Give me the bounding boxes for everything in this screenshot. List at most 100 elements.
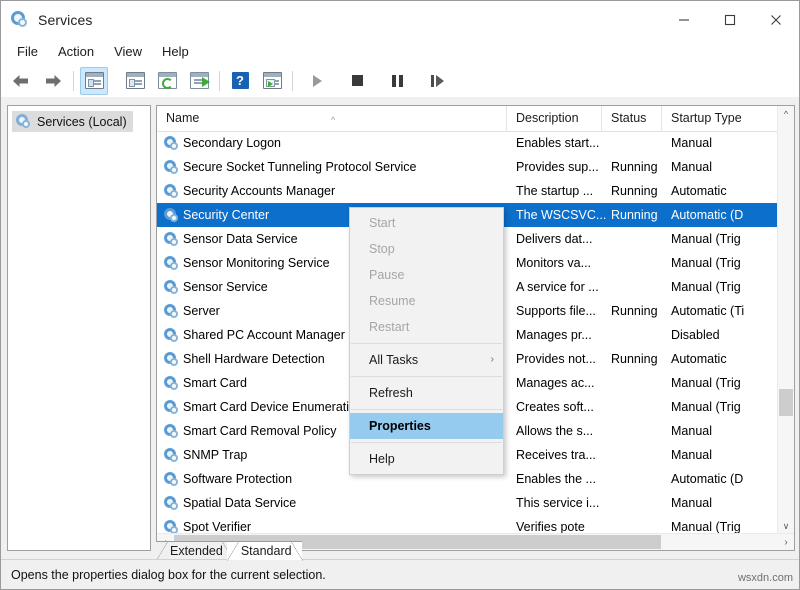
menu-bar: File Action View Help	[1, 39, 799, 65]
cell-startup-type: Manual (Trig	[662, 275, 791, 299]
back-arrow-icon[interactable]	[7, 67, 35, 95]
cell-startup-type: Manual	[662, 491, 791, 515]
help-icon[interactable]: ?	[226, 67, 254, 95]
stop-service-icon[interactable]	[343, 67, 371, 95]
context-menu-item-pause: Pause	[350, 262, 503, 288]
menu-view[interactable]: View	[104, 41, 152, 62]
cell-status	[602, 131, 671, 155]
cell-startup-type: Disabled	[662, 323, 791, 347]
view-tabs: Extended Standard	[156, 538, 296, 560]
column-header-name[interactable]: Name ^	[157, 106, 507, 131]
cell-status: Running	[602, 299, 671, 323]
cell-startup-type: Automatic	[662, 179, 791, 203]
cell-description: Manages ac...	[507, 371, 611, 395]
table-row[interactable]: Secondary LogonEnables start...Manual	[157, 131, 794, 155]
table-row[interactable]: Secure Socket Tunneling Protocol Service…	[157, 155, 794, 179]
cell-description: Manages pr...	[507, 323, 611, 347]
cell-name: Spot Verifier	[157, 515, 533, 534]
column-header-startup-type-label: Startup Type	[671, 111, 742, 125]
window-title: Services	[38, 12, 92, 28]
column-header-startup-type[interactable]: Startup Type	[662, 106, 782, 131]
cell-description: Allows the s...	[507, 419, 611, 443]
context-menu-item-refresh[interactable]: Refresh	[350, 380, 503, 406]
context-menu-item-start: Start	[350, 210, 503, 236]
toolbar-separator	[292, 71, 293, 91]
show-hide-console-tree-icon[interactable]	[80, 67, 108, 95]
scroll-right-icon[interactable]: ›	[778, 534, 794, 550]
vertical-scroll-thumb[interactable]	[779, 389, 793, 416]
menu-separator	[351, 409, 502, 410]
toolbar: ?	[1, 64, 799, 98]
context-menu-item-properties[interactable]: Properties	[350, 413, 503, 439]
status-bar-text: Opens the properties dialog box for the …	[11, 568, 326, 582]
properties-icon[interactable]	[121, 67, 149, 95]
cell-description: Supports file...	[507, 299, 611, 323]
cell-description: Enables the ...	[507, 467, 611, 491]
sidebar-item-services-local[interactable]: Services (Local)	[12, 111, 133, 132]
menu-separator	[351, 343, 502, 344]
close-button[interactable]	[753, 1, 799, 39]
cell-startup-type: Automatic (D	[662, 467, 791, 491]
column-header-description[interactable]: Description	[507, 106, 602, 131]
tab-standard[interactable]: Standard	[227, 541, 302, 560]
restart-service-icon[interactable]	[423, 67, 451, 95]
cell-startup-type: Manual (Trig	[662, 251, 791, 275]
start-service-icon[interactable]	[303, 67, 331, 95]
cell-name: Secure Socket Tunneling Protocol Service	[157, 155, 533, 179]
cell-startup-type: Manual (Trig	[662, 371, 791, 395]
scroll-down-icon[interactable]: ∨	[778, 518, 794, 534]
column-header-status-label: Status	[611, 111, 646, 125]
table-row[interactable]: Security Accounts ManagerThe startup ...…	[157, 179, 794, 203]
menu-help[interactable]: Help	[152, 41, 199, 62]
cell-status	[602, 491, 671, 515]
show-action-pane-icon[interactable]	[258, 67, 286, 95]
toolbar-separator	[219, 71, 220, 91]
cell-status	[602, 395, 671, 419]
scroll-up-icon[interactable]: ^	[778, 106, 794, 122]
menu-file[interactable]: File	[7, 41, 48, 62]
context-menu-item-help[interactable]: Help	[350, 446, 503, 472]
menu-separator	[351, 376, 502, 377]
cell-status	[602, 371, 671, 395]
context-menu-item-all-tasks[interactable]: All Tasks›	[350, 347, 503, 373]
services-gear-icon	[16, 114, 31, 129]
menu-action[interactable]: Action	[48, 41, 104, 62]
toolbar-separator	[73, 71, 74, 91]
table-row[interactable]: Spot VerifierVerifies poteManual (Trig	[157, 515, 794, 534]
cell-status: Running	[602, 179, 671, 203]
sort-ascending-icon: ^	[331, 108, 335, 133]
menu-separator	[351, 442, 502, 443]
context-menu-item-restart: Restart	[350, 314, 503, 340]
cell-description: Verifies pote	[507, 515, 611, 534]
cell-description: The startup ...	[507, 179, 611, 203]
cell-description: Provides sup...	[507, 155, 611, 179]
table-row[interactable]: Spatial Data ServiceThis service i...Man…	[157, 491, 794, 515]
refresh-icon[interactable]	[153, 67, 181, 95]
cell-description: Monitors va...	[507, 251, 611, 275]
context-menu[interactable]: StartStopPauseResumeRestartAll Tasks›Ref…	[349, 207, 504, 475]
title-bar: Services	[1, 1, 799, 39]
column-header-status[interactable]: Status	[602, 106, 662, 131]
status-bar: Opens the properties dialog box for the …	[1, 559, 799, 589]
cell-status	[602, 227, 671, 251]
chevron-right-icon: ›	[491, 347, 494, 373]
forward-arrow-icon[interactable]	[39, 67, 67, 95]
toolbar-separator	[114, 71, 115, 91]
cell-status	[602, 515, 671, 534]
cell-description: Delivers dat...	[507, 227, 611, 251]
vertical-scrollbar[interactable]: ^ ∨	[777, 106, 794, 534]
maximize-button[interactable]	[707, 1, 753, 39]
minimize-button[interactable]	[661, 1, 707, 39]
export-list-icon[interactable]	[185, 67, 213, 95]
cell-description: This service i...	[507, 491, 611, 515]
sidebar-item-label: Services (Local)	[37, 115, 127, 129]
cell-startup-type: Manual	[662, 131, 791, 155]
cell-status: Running	[602, 347, 671, 371]
cell-name: Secondary Logon	[157, 131, 533, 155]
tab-extended[interactable]: Extended	[156, 541, 233, 560]
cell-status	[602, 443, 671, 467]
pause-service-icon[interactable]	[383, 67, 411, 95]
cell-startup-type: Automatic (D	[662, 203, 791, 227]
services-window: Services File Action View Help	[0, 0, 800, 590]
cell-startup-type: Manual (Trig	[662, 227, 791, 251]
